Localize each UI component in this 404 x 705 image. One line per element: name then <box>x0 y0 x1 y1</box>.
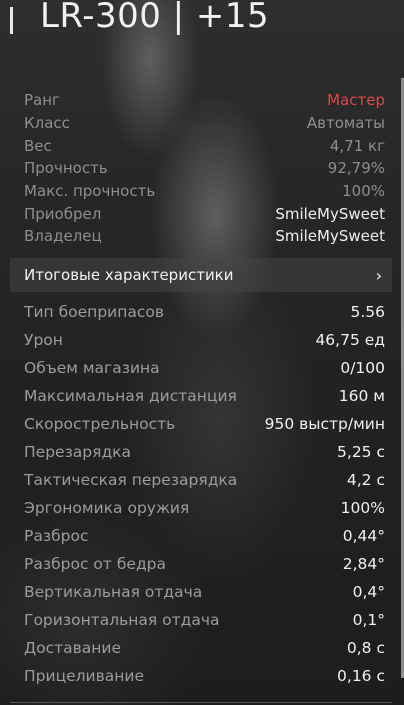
info-label: Прочность <box>24 159 108 178</box>
stat-label: Объем магазина <box>24 359 160 377</box>
stat-value: 2,84° <box>342 555 385 573</box>
stat-label: Прицеливание <box>24 667 145 685</box>
class-value: Автоматы <box>306 114 385 133</box>
stat-label: Максимальная дистанция <box>24 387 237 405</box>
item-title: LR-300 | +15 <box>40 0 270 36</box>
stat-value: 0,1° <box>352 611 385 629</box>
stat-row-magazine: Объем магазина 0/100 <box>24 354 385 382</box>
info-row-owner: Владелец SmileMySweet <box>24 225 385 248</box>
stat-row-horizontal-recoil: Горизонтальная отдача 0,1° <box>24 606 385 634</box>
info-row-class: Класс Автоматы <box>24 112 385 135</box>
stat-value: 0,4° <box>352 583 385 601</box>
stat-value: 0,44° <box>342 527 385 545</box>
stat-row-ammo-type: Тип боеприпасов 5.56 <box>24 298 385 326</box>
stat-row-ergonomics: Эргономика оружия 100% <box>24 494 385 522</box>
stat-value: 46,75 ед <box>315 331 385 349</box>
stat-value: 0,8 с <box>346 639 385 657</box>
info-row-rank: Ранг Мастер <box>24 89 385 112</box>
info-label: Приобрел <box>24 204 102 223</box>
info-label: Владелец <box>24 227 102 246</box>
stat-row-aim-time: Прицеливание 0,16 с <box>24 662 385 690</box>
title-accent-bar <box>10 7 13 34</box>
stat-row-tactical-reload: Тактическая перезарядка 4,2 с <box>24 466 385 494</box>
stat-value: 4,2 с <box>346 471 385 489</box>
stat-label: Урон <box>24 331 63 349</box>
info-row-durability: Прочность 92,79% <box>24 157 385 180</box>
stat-row-reload: Перезарядка 5,25 с <box>24 438 385 466</box>
stat-label: Тактическая перезарядка <box>24 471 238 489</box>
durability-value: 92,79% <box>327 159 385 178</box>
info-row-weight: Вес 4,71 кг <box>24 134 385 157</box>
total-stats-header[interactable]: Итоговые характеристики › <box>10 258 392 292</box>
info-label: Вес <box>24 136 52 155</box>
info-row-acquired-by: Приобрел SmileMySweet <box>24 202 385 225</box>
stat-value: 5,25 с <box>337 443 385 461</box>
stat-row-max-distance: Максимальная дистанция 160 м <box>24 382 385 410</box>
stat-value: 100% <box>340 499 385 517</box>
info-label: Ранг <box>24 91 60 110</box>
chevron-right-icon: › <box>375 265 382 285</box>
owner-value: SmileMySweet <box>275 227 385 246</box>
stat-label: Разброс от бедра <box>24 555 167 573</box>
stat-label: Разброс <box>24 527 89 545</box>
item-info-list: Ранг Мастер Класс Автоматы Вес 4,71 кг П… <box>24 89 385 248</box>
stat-row-vertical-recoil: Вертикальная отдача 0,4° <box>24 578 385 606</box>
stat-value: 0,16 с <box>337 667 385 685</box>
stat-label: Доставание <box>24 639 122 657</box>
item-details-panel: LR-300 | +15 Ранг Мастер Класс Автоматы … <box>0 0 404 705</box>
stat-label: Вертикальная отдача <box>24 583 203 601</box>
stat-label: Эргономика оружия <box>24 499 190 517</box>
stat-row-draw-time: Доставание 0,8 с <box>24 634 385 662</box>
total-stats-label: Итоговые характеристики <box>24 266 234 284</box>
stat-value: 5.56 <box>350 303 385 321</box>
bottom-divider <box>10 702 392 703</box>
stat-row-damage: Урон 46,75 ед <box>24 326 385 354</box>
acquired-by-value: SmileMySweet <box>275 204 385 223</box>
info-row-max-durability: Макс. прочность 100% <box>24 180 385 203</box>
stat-row-fire-rate: Скорострельность 950 выстр/мин <box>24 410 385 438</box>
info-label: Класс <box>24 114 70 133</box>
info-label: Макс. прочность <box>24 182 156 201</box>
stat-value: 950 выстр/мин <box>264 415 385 433</box>
max-durability-value: 100% <box>342 182 385 201</box>
stat-row-spread: Разброс 0,44° <box>24 522 385 550</box>
rank-value: Мастер <box>327 91 385 110</box>
stat-row-hip-spread: Разброс от бедра 2,84° <box>24 550 385 578</box>
stat-label: Тип боеприпасов <box>24 303 164 321</box>
stats-list: Тип боеприпасов 5.56 Урон 46,75 ед Объем… <box>24 298 385 690</box>
stat-label: Горизонтальная отдача <box>24 611 220 629</box>
weight-value: 4,71 кг <box>329 136 385 155</box>
stat-value: 0/100 <box>340 359 385 377</box>
stat-value: 160 м <box>338 387 385 405</box>
stat-label: Перезарядка <box>24 443 132 461</box>
stat-label: Скорострельность <box>24 415 176 433</box>
